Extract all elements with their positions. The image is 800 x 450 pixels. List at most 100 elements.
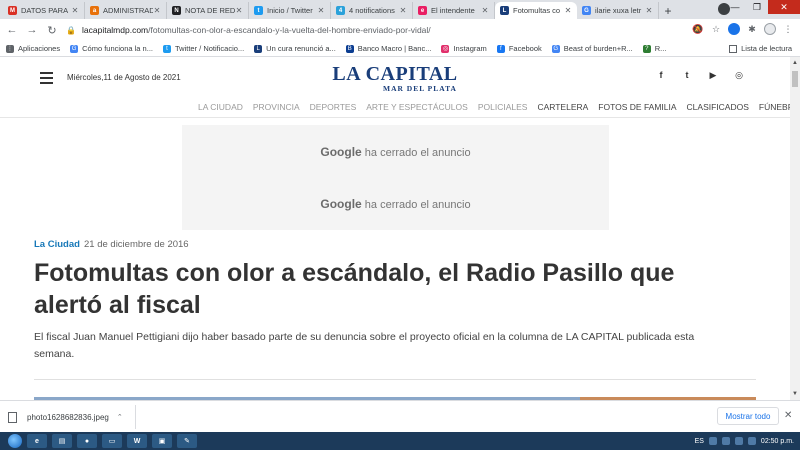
bookmark-item[interactable]: f Facebook: [496, 44, 542, 53]
youtube-icon[interactable]: ▶: [708, 70, 718, 80]
taskbar-app-ie[interactable]: e: [27, 434, 47, 448]
close-tab-icon[interactable]: ✕: [235, 6, 243, 15]
tab-title: ilarie xuxa letr: [595, 6, 642, 15]
tab-favicon-icon: M: [8, 6, 17, 15]
nav-item[interactable]: CLASIFICADOS: [687, 102, 749, 112]
new-tab-button[interactable]: +: [659, 2, 677, 19]
lock-icon[interactable]: 🔒: [66, 26, 76, 35]
scrollbar-thumb[interactable]: [792, 71, 798, 87]
download-item[interactable]: photo1628682836.jpeg ⌃: [8, 405, 136, 429]
browser-tab[interactable]: N NOTA DE RED ✕: [167, 2, 249, 19]
profile-avatar[interactable]: [764, 23, 776, 35]
tab-favicon-icon: e: [418, 6, 427, 15]
nav-item[interactable]: POLICIALES: [478, 102, 528, 112]
browser-tab[interactable]: M DATOS PARA ✕: [3, 2, 85, 19]
bookmark-label: Banco Macro | Banc...: [357, 44, 432, 53]
tab-favicon-icon: a: [90, 6, 99, 15]
taskbar-app-generic[interactable]: ▣: [152, 434, 172, 448]
close-tab-icon[interactable]: ✕: [71, 6, 79, 15]
bookmark-item[interactable]: L Un cura renunció a...: [254, 44, 336, 53]
tray-icon[interactable]: [708, 437, 717, 445]
close-tab-icon[interactable]: ✕: [645, 6, 653, 15]
site-logo[interactable]: LA CAPITAL MAR DEL PLATA: [306, 63, 484, 93]
maximize-icon[interactable]: ❐: [746, 0, 768, 14]
nav-item[interactable]: DEPORTES: [310, 102, 357, 112]
windows-taskbar: e ▤ ● ▭ W ▣ ✎ ES 02:50 p.m.: [0, 432, 800, 450]
bookmark-item[interactable]: G Beast of burden+R...: [551, 44, 633, 53]
start-button-icon[interactable]: [8, 434, 22, 448]
nav-item[interactable]: CARTELERA: [537, 102, 588, 112]
twitter-icon[interactable]: t: [682, 70, 692, 80]
download-bar: photo1628682836.jpeg ⌃ Mostrar todo ✕: [0, 400, 800, 432]
reading-list[interactable]: Lista de lectura: [729, 44, 792, 53]
browser-toolbar: ← → ↻ 🔒 lacapitalmdp.com/fotomultas-con-…: [0, 19, 800, 41]
tab-title: NOTA DE RED: [185, 6, 235, 15]
taskbar-app-explorer[interactable]: ▤: [52, 434, 72, 448]
browser-tab[interactable]: t Inicio / Twitter ✕: [249, 2, 331, 19]
taskbar-app-paint[interactable]: ✎: [177, 434, 197, 448]
hamburger-menu-icon[interactable]: [40, 72, 53, 87]
bookmark-item[interactable]: ? R...: [642, 44, 666, 53]
article-divider: [34, 379, 756, 380]
bookmark-favicon-icon: ◎: [441, 44, 450, 53]
nav-item[interactable]: FÚNEBRES: [759, 102, 790, 112]
tray-icon[interactable]: [721, 437, 730, 445]
language-indicator[interactable]: ES: [695, 438, 704, 445]
back-icon[interactable]: ←: [4, 22, 20, 38]
browser-tab[interactable]: a ADMINISTRAD ✕: [85, 2, 167, 19]
ad-closed-message: Google ha cerrado el anuncio: [182, 197, 609, 211]
close-download-bar-icon[interactable]: ✕: [784, 410, 792, 421]
close-tab-icon[interactable]: ✕: [564, 6, 572, 15]
reload-icon[interactable]: ↻: [44, 22, 60, 38]
bookmark-label: Aplicaciones: [18, 44, 61, 53]
chevron-up-icon[interactable]: ⌃: [117, 413, 123, 421]
close-window-icon[interactable]: ✕: [768, 0, 800, 14]
bookmark-item[interactable]: t Twitter / Notificacio...: [162, 44, 244, 53]
bookmark-item[interactable]: ◎ Instagram: [441, 44, 487, 53]
bookmark-star-icon[interactable]: ☆: [710, 22, 722, 36]
minimize-icon[interactable]: —: [724, 0, 746, 14]
bookmark-item[interactable]: G Cómo funciona la n...: [70, 44, 153, 53]
close-tab-icon[interactable]: ✕: [481, 6, 489, 15]
extension-icon[interactable]: [728, 23, 740, 35]
tab-title: 4 notifications: [349, 6, 395, 15]
bookmark-item[interactable]: B Banco Macro | Banc...: [345, 44, 432, 53]
close-tab-icon[interactable]: ✕: [317, 6, 325, 15]
browser-menu-icon[interactable]: ⋮: [782, 22, 794, 36]
browser-tab[interactable]: Gilarie xuxa letr ✕: [577, 2, 659, 19]
extensions-puzzle-icon[interactable]: ✱: [746, 22, 758, 36]
close-tab-icon[interactable]: ✕: [153, 6, 161, 15]
nav-item[interactable]: ARTE Y ESPECTÁCULOS: [366, 102, 468, 112]
logo-main: LA CAPITAL: [332, 63, 458, 85]
bookmark-label: Instagram: [453, 44, 487, 53]
nav-item[interactable]: LA CIUDAD: [198, 102, 243, 112]
instagram-icon[interactable]: ◎: [734, 70, 744, 80]
article-date: 21 de diciembre de 2016: [84, 239, 189, 250]
volume-icon[interactable]: [747, 437, 756, 445]
taskbar-app-folder[interactable]: ▭: [102, 434, 122, 448]
network-icon[interactable]: [734, 437, 743, 445]
browser-tab[interactable]: L Fotomultas co ✕: [495, 2, 577, 19]
page-scrollbar[interactable]: ▲ ▼: [790, 57, 800, 400]
taskbar-app-word[interactable]: W: [127, 434, 147, 448]
tab-favicon-icon: N: [172, 6, 181, 15]
browser-tab[interactable]: 4 4 notifications ✕: [331, 2, 413, 19]
notifications-blocked-icon[interactable]: 🔕: [692, 22, 704, 36]
bookmark-favicon-icon: ⋮: [6, 44, 14, 53]
nav-item[interactable]: PROVINCIA: [253, 102, 300, 112]
nav-item[interactable]: FOTOS DE FAMILIA: [598, 102, 676, 112]
article-category[interactable]: La Ciudad: [34, 239, 80, 250]
close-tab-icon[interactable]: ✕: [399, 6, 407, 15]
address-bar[interactable]: 🔒 lacapitalmdp.com/fotomultas-con-olor-a…: [66, 22, 666, 38]
tab-favicon-icon: t: [254, 6, 263, 15]
facebook-icon[interactable]: f: [656, 70, 666, 80]
forward-icon[interactable]: →: [24, 22, 40, 38]
taskbar-app-chrome[interactable]: ●: [77, 434, 97, 448]
scroll-down-icon[interactable]: ▼: [792, 391, 798, 397]
browser-tab[interactable]: e El intendente ✕: [413, 2, 495, 19]
tab-title: Fotomultas co: [513, 6, 561, 15]
clock[interactable]: 02:50 p.m.: [761, 438, 794, 445]
bookmark-item[interactable]: ⋮ Aplicaciones: [6, 44, 60, 53]
show-all-downloads-button[interactable]: Mostrar todo: [717, 407, 779, 425]
scroll-up-icon[interactable]: ▲: [792, 60, 798, 66]
